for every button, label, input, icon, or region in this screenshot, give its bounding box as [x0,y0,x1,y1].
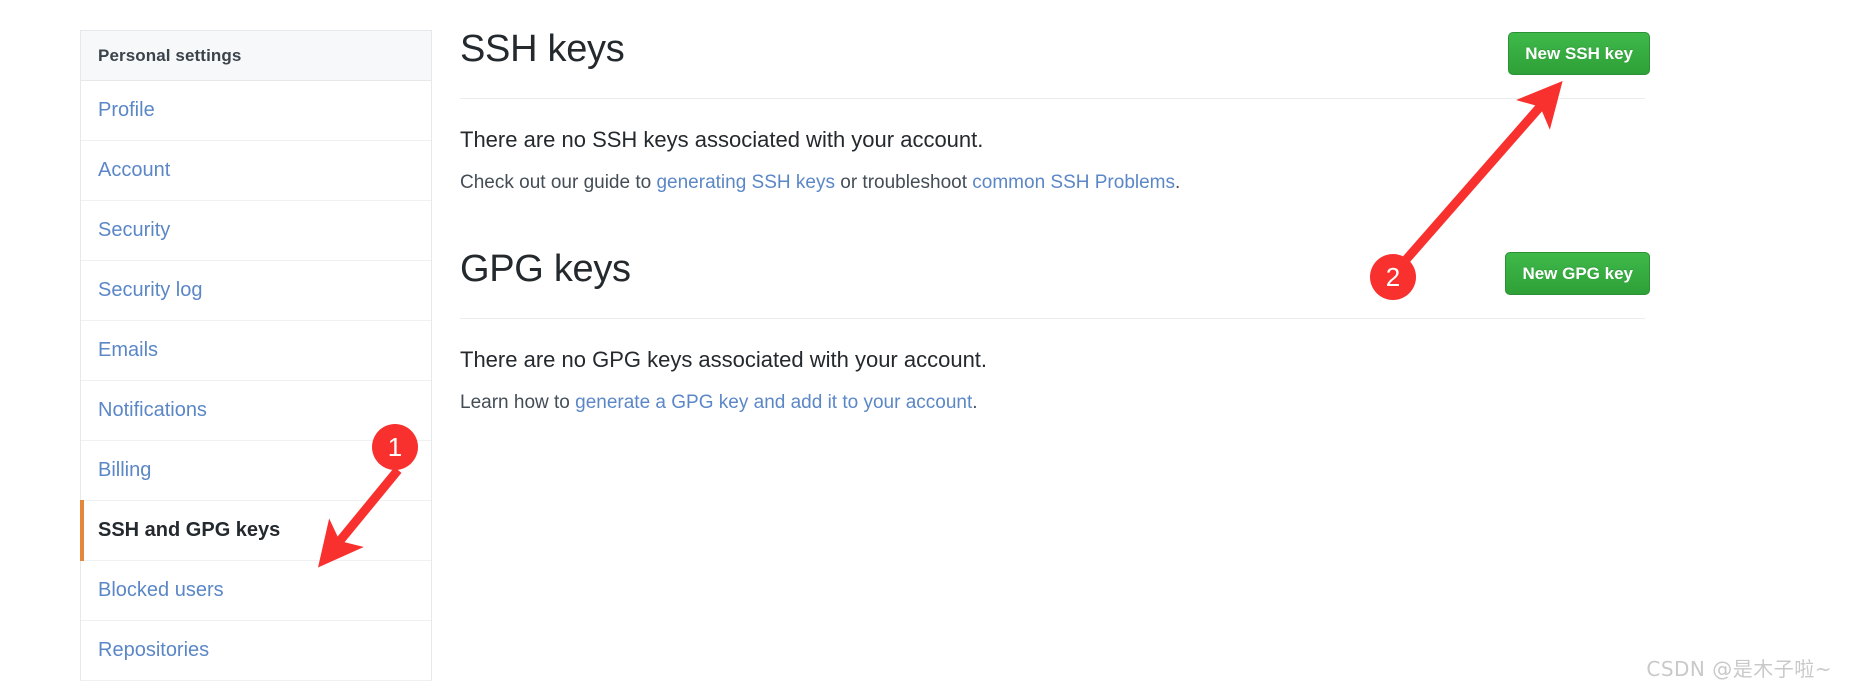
sidebar-item-label: Emails [98,339,158,362]
annotation-marker-1: 1 [372,424,418,470]
ssh-divider [460,98,1645,99]
sidebar-item-emails[interactable]: Emails [81,321,431,381]
ssh-help-line: Check out our guide to generating SSH ke… [460,172,1650,194]
sidebar-item-blocked-users[interactable]: Blocked users [81,561,431,621]
gpg-help-suffix: . [972,392,977,413]
gpg-empty-message: There are no GPG keys associated with yo… [460,347,1650,373]
sidebar-item-label: Security log [98,279,203,302]
gpg-keys-title: GPG keys [460,250,631,288]
new-ssh-key-button[interactable]: New SSH key [1508,32,1650,75]
generating-ssh-keys-link[interactable]: generating SSH keys [656,172,835,193]
common-ssh-problems-link[interactable]: common SSH Problems [972,172,1175,193]
sidebar-item-repositories[interactable]: Repositories [81,621,431,681]
ssh-help-prefix: Check out our guide to [460,172,656,193]
new-gpg-key-button[interactable]: New GPG key [1505,252,1650,295]
sidebar-item-account[interactable]: Account [81,141,431,201]
generate-gpg-key-link[interactable]: generate a GPG key and add it to your ac… [575,392,972,413]
page-root: Personal settings Profile Account Security… [0,0,1856,700]
ssh-empty-message: There are no SSH keys associated with yo… [460,127,1650,153]
gpg-divider [460,318,1645,319]
sidebar-item-list: Profile Account Security Security log Emails… [81,81,431,681]
sidebar-item-profile[interactable]: Profile [81,81,431,141]
ssh-help-suffix: . [1175,172,1180,193]
ssh-keys-title: SSH keys [460,30,624,68]
sidebar-item-label: Repositories [98,639,209,662]
sidebar-item-security[interactable]: Security [81,201,431,261]
sidebar-item-label: Account [98,159,170,182]
ssh-keys-header: SSH keys New SSH key [460,30,1650,98]
sidebar-item-security-log[interactable]: Security log [81,261,431,321]
sidebar-item-ssh-and-gpg-keys[interactable]: SSH and GPG keys [81,501,431,561]
gpg-help-line: Learn how to generate a GPG key and add … [460,392,1650,414]
gpg-keys-header: GPG keys New GPG key [460,250,1650,318]
sidebar-item-label: SSH and GPG keys [98,519,280,542]
gpg-help-prefix: Learn how to [460,392,575,413]
sidebar-item-label: Security [98,219,170,242]
sidebar-item-label: Billing [98,459,151,482]
sidebar-item-label: Notifications [98,399,207,422]
ssh-help-middle: or troubleshoot [835,172,972,193]
annotation-marker-2: 2 [1370,254,1416,300]
main-content: SSH keys New SSH key There are no SSH ke… [460,0,1650,700]
csdn-watermark: CSDN @是木子啦~ [1646,653,1832,682]
sidebar-item-label: Blocked users [98,579,224,602]
settings-sidebar: Personal settings Profile Account Security… [80,30,432,681]
sidebar-item-label: Profile [98,99,155,122]
sidebar-header: Personal settings [81,31,431,81]
